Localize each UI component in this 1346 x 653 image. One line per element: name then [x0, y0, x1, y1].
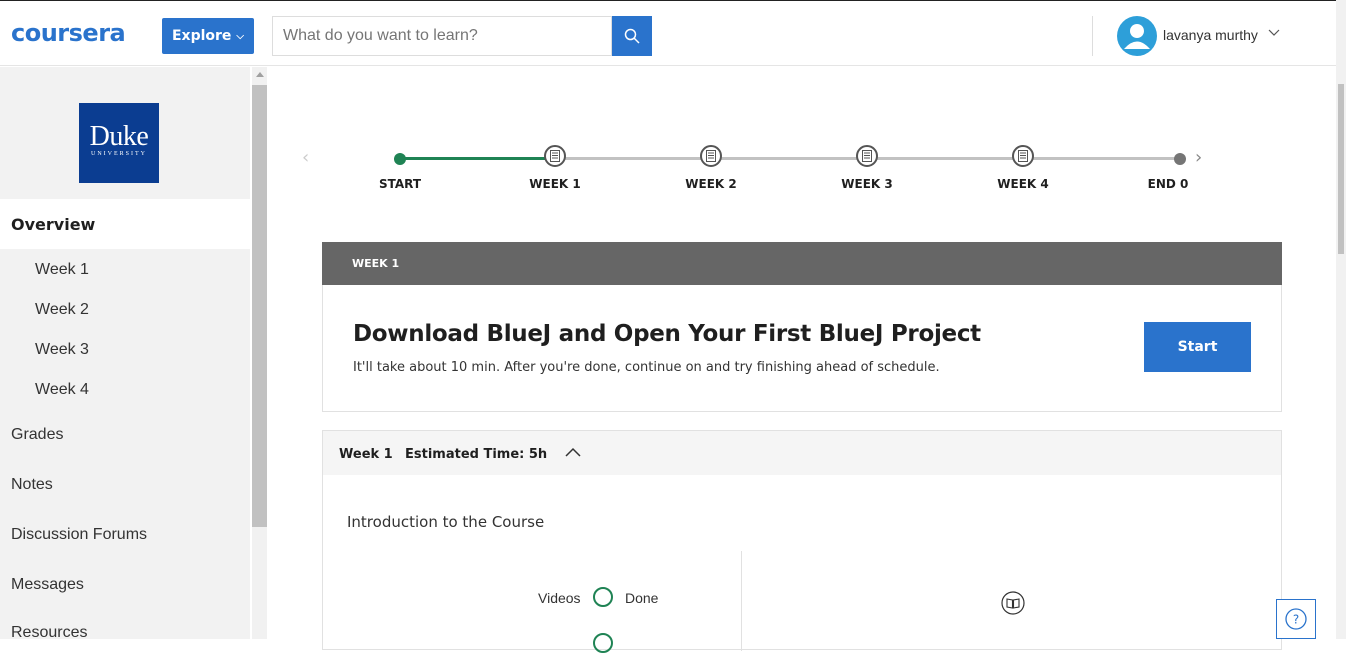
timeline-start-dot: [394, 153, 406, 165]
timeline-end-dot: [1174, 153, 1186, 165]
sidebar-scrollbar[interactable]: [252, 67, 267, 639]
done-status-icon: [593, 587, 613, 607]
done-label: Done: [625, 590, 659, 606]
timeline-node-week-1[interactable]: [544, 145, 566, 167]
sidebar: Duke UNIVERSITY Overview Week 1 Week 2 W…: [0, 67, 250, 642]
timeline-label-start: START: [378, 177, 422, 191]
page-scrollbar[interactable]: [1336, 0, 1346, 639]
coursera-logo[interactable]: coursera: [11, 19, 126, 47]
search-button[interactable]: [612, 16, 652, 56]
document-icon: [862, 150, 872, 162]
sidebar-item-week-3[interactable]: Week 3: [35, 341, 89, 359]
sidebar-item-week-4[interactable]: Week 4: [35, 381, 89, 399]
question-icon: ?: [1285, 608, 1307, 630]
timeline-label-week-4: WEEK 4: [997, 177, 1049, 191]
sidebar-item-overview[interactable]: Overview: [0, 199, 250, 249]
done-status-icon: [593, 633, 613, 653]
help-button[interactable]: ?: [1276, 599, 1316, 639]
search-input[interactable]: [272, 16, 612, 56]
chevron-down-icon: ⌵: [236, 30, 245, 42]
week-accordion: Week 1 Estimated Time: 5h Introduction t…: [322, 430, 1282, 653]
next-item-subtitle: It'll take about 10 min. After you're do…: [353, 360, 940, 375]
document-icon: [550, 150, 560, 162]
section-divider: [741, 551, 742, 651]
sidebar-item-resources[interactable]: Resources: [11, 624, 87, 642]
sidebar-item-messages[interactable]: Messages: [11, 576, 84, 594]
course-timeline: ‹ › START WEEK 1 WEEK 2 WEEK 3 WEEK 4 EN…: [300, 130, 1220, 210]
week-accordion-header[interactable]: Week 1 Estimated Time: 5h: [323, 431, 1281, 475]
accordion-week-label: Week 1: [339, 447, 393, 462]
sidebar-item-week-2[interactable]: Week 2: [35, 301, 89, 319]
timeline-node-week-2[interactable]: [700, 145, 722, 167]
timeline-label-week-3: WEEK 3: [841, 177, 893, 191]
book-icon: [1001, 591, 1025, 615]
page-scrollbar-thumb[interactable]: [1338, 84, 1344, 254]
sidebar-item-grades[interactable]: Grades: [11, 426, 63, 444]
start-button[interactable]: Start: [1144, 322, 1251, 372]
chevron-down-icon[interactable]: [1268, 29, 1280, 37]
sidebar-item-notes[interactable]: Notes: [11, 476, 53, 494]
document-icon: [706, 150, 716, 162]
week-card-header: WEEK 1: [322, 242, 1282, 285]
sidebar-item-discussion-forums[interactable]: Discussion Forums: [11, 526, 147, 544]
avatar[interactable]: [1117, 16, 1157, 56]
explore-button[interactable]: Explore ⌵: [162, 18, 254, 54]
duke-logo-text: Duke: [89, 121, 149, 152]
chevron-up-icon[interactable]: [565, 447, 581, 457]
videos-label: Videos: [538, 590, 581, 606]
duke-university-logo: Duke UNIVERSITY: [79, 103, 159, 183]
explore-label: Explore: [171, 28, 232, 44]
document-icon: [1018, 150, 1028, 162]
timeline-node-week-4[interactable]: [1012, 145, 1034, 167]
timeline-label-week-1: WEEK 1: [529, 177, 581, 191]
chevron-right-icon[interactable]: ›: [1195, 147, 1202, 168]
next-item-card: Download BlueJ and Open Your First BlueJ…: [322, 285, 1282, 412]
accordion-estimated-time: Estimated Time: 5h: [405, 447, 548, 462]
user-icon: [1124, 24, 1150, 49]
section-title: Introduction to the Course: [347, 513, 545, 531]
chevron-left-icon[interactable]: ‹: [302, 147, 309, 168]
sidebar-item-week-1[interactable]: Week 1: [35, 261, 89, 279]
sidebar-scrollbar-thumb[interactable]: [252, 85, 267, 527]
user-name[interactable]: lavanya murthy: [1163, 27, 1258, 43]
svg-text:?: ?: [1293, 613, 1299, 627]
timeline-progress-done: [400, 157, 555, 160]
timeline-label-week-2: WEEK 2: [685, 177, 737, 191]
timeline-node-week-3[interactable]: [856, 145, 878, 167]
next-item-title: Download BlueJ and Open Your First BlueJ…: [353, 321, 981, 347]
header-divider: [1092, 16, 1093, 56]
timeline-label-end: END 0: [1147, 177, 1189, 191]
search-icon: [624, 28, 640, 44]
scroll-up-icon[interactable]: [256, 72, 264, 77]
top-bar: coursera Explore ⌵ lavanya murthy: [0, 0, 1336, 66]
